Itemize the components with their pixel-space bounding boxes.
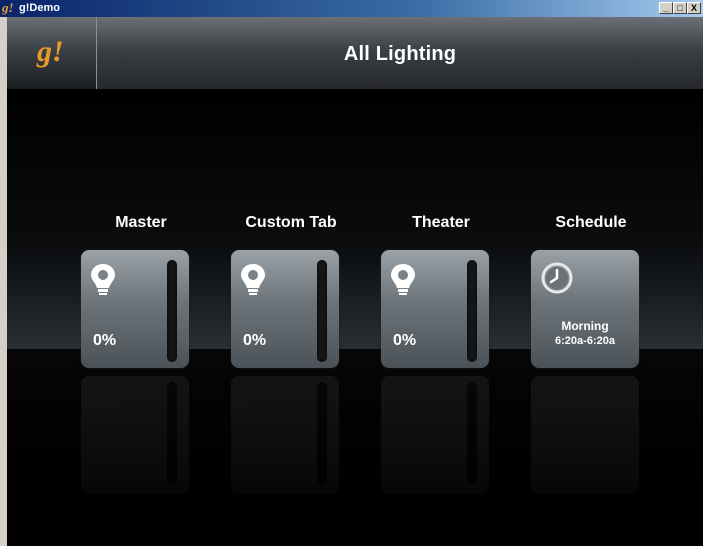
app-content: g! All Lighting Master Custom Tab Theate… [7, 17, 703, 546]
level-slider[interactable] [317, 260, 327, 362]
page-title: All Lighting [343, 43, 457, 65]
tile-label-master: Master [115, 214, 167, 231]
close-button[interactable]: X [687, 2, 701, 14]
level-slider[interactable] [467, 260, 477, 362]
lightbulb-icon [241, 264, 265, 295]
tile-theater[interactable]: 0% [381, 250, 489, 368]
maximize-button[interactable]: □ [673, 2, 687, 14]
logo-area[interactable]: g! [7, 17, 97, 89]
app-icon: g! [2, 0, 14, 15]
tile-schedule[interactable]: Morning 6:20a-6:20a [531, 250, 639, 368]
level-slider[interactable] [167, 260, 177, 362]
window-titlebar[interactable]: g! g!Demo _ □ X [0, 0, 703, 17]
tile-label-theater: Theater [412, 214, 470, 231]
tile-label-schedule: Schedule [555, 214, 627, 231]
level-value: 0% [93, 332, 117, 349]
schedule-name: Morning [561, 319, 609, 333]
level-value: 0% [243, 332, 267, 349]
logo: g! [37, 35, 64, 68]
clock-icon [541, 262, 573, 294]
minimize-button[interactable]: _ [659, 2, 673, 14]
tile-custom-tab[interactable]: 0% [231, 250, 339, 368]
schedule-time: 6:20a-6:20a [555, 335, 615, 347]
header-bar: g! All Lighting [7, 17, 703, 89]
lightbulb-icon [91, 264, 115, 295]
tile-label-custom-tab: Custom Tab [245, 214, 337, 231]
level-value: 0% [393, 332, 417, 349]
lightbulb-icon [391, 264, 415, 295]
reflection-fade [7, 376, 703, 546]
window-title: g!Demo [19, 2, 60, 14]
tile-master[interactable]: 0% [81, 250, 189, 368]
